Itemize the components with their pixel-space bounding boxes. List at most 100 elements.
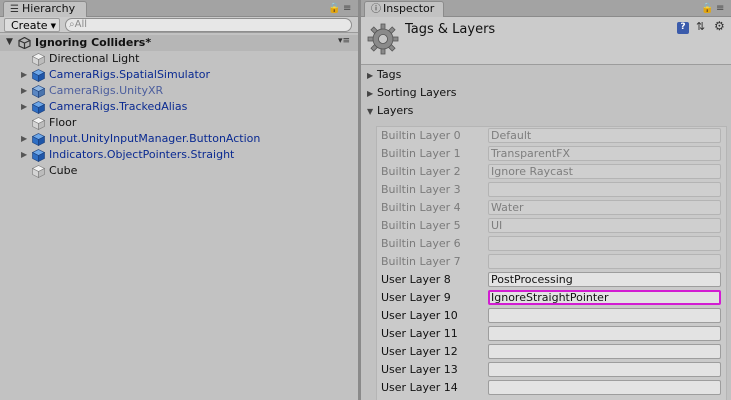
layer-name-label: Builtin Layer 5	[381, 219, 461, 232]
layer-name-label: Builtin Layer 0	[381, 129, 461, 142]
hierarchy-item-label: Input.UnityInputManager.ButtonAction	[49, 132, 261, 145]
prefab-cube-icon	[32, 69, 45, 82]
layer-name-label: Builtin Layer 4	[381, 201, 461, 214]
panel-menu-icon[interactable]: ≡	[343, 3, 352, 14]
layer-row: User Layer 12	[377, 343, 726, 361]
layer-row: Builtin Layer 2 Ignore Raycast	[377, 163, 726, 181]
hierarchy-item-label: Indicators.ObjectPointers.Straight	[49, 148, 235, 161]
panel-menu-icon[interactable]: ≡	[716, 3, 725, 14]
layer-row: User Layer 11	[377, 325, 726, 343]
layer-row: Builtin Layer 4 Water	[377, 199, 726, 217]
fold-collapsed-icon: ▶	[367, 71, 374, 80]
layer-name-field[interactable]	[488, 308, 721, 323]
section-sorting-layers[interactable]: ▶ Sorting Layers	[367, 86, 456, 101]
layer-name-label: User Layer 11	[381, 327, 458, 340]
layer-row: Builtin Layer 0 Default	[377, 127, 726, 145]
gameobject-cube-icon	[32, 165, 45, 178]
layer-name-field	[488, 182, 721, 197]
layer-name-label: User Layer 10	[381, 309, 458, 322]
help-icon[interactable]: ?	[677, 22, 689, 34]
layer-row: User Layer 13	[377, 361, 726, 379]
layer-row: User Layer 14	[377, 379, 726, 397]
hierarchy-item[interactable]: ▶ Input.UnityInputManager.ButtonAction	[0, 131, 358, 147]
layer-name-field[interactable]	[488, 380, 721, 395]
fold-collapsed-icon: ▶	[367, 89, 374, 98]
tab-inspector-label: Inspector	[383, 2, 435, 15]
section-tags-label: Tags	[377, 68, 402, 81]
fold-collapsed-icon[interactable]: ▶	[21, 150, 27, 159]
layer-name-label: Builtin Layer 7	[381, 255, 461, 268]
hierarchy-item[interactable]: ▶ CameraRigs.UnityXR	[0, 83, 358, 99]
unity-scene-icon	[18, 37, 31, 49]
scene-menu-icon[interactable]: ▾≡	[338, 36, 350, 46]
lock-icon[interactable]: 🔒	[701, 3, 714, 14]
layer-name-field	[488, 236, 721, 251]
layer-name-field: Water	[488, 200, 721, 215]
gameobject-cube-icon	[32, 117, 45, 130]
hierarchy-panel: ☰ Hierarchy 🔒 ≡ Create ▼ ⌕All ▼ Ignoring C…	[0, 0, 360, 400]
hierarchy-item[interactable]: ▶ CameraRigs.TrackedAlias	[0, 99, 358, 115]
scene-header[interactable]: ▼ Ignoring Colliders* ▾≡	[0, 35, 358, 51]
layer-name-field[interactable]	[488, 344, 721, 359]
create-button-label: Create	[11, 19, 48, 32]
layer-name-field[interactable]	[488, 326, 721, 341]
fold-collapsed-icon[interactable]: ▶	[21, 70, 27, 79]
layer-name-field[interactable]: PostProcessing	[488, 272, 721, 287]
hierarchy-item-label: CameraRigs.UnityXR	[49, 84, 164, 97]
layer-name-label: User Layer 13	[381, 363, 458, 376]
layer-row: Builtin Layer 5 UI	[377, 217, 726, 235]
create-button[interactable]: Create ▼	[4, 18, 60, 32]
layer-name-label: User Layer 8	[381, 273, 451, 286]
hierarchy-item[interactable]: ▶ Indicators.ObjectPointers.Straight	[0, 147, 358, 163]
hierarchy-item[interactable]: Cube	[0, 163, 358, 179]
layer-name-label: User Layer 9	[381, 291, 451, 304]
lock-icon[interactable]: 🔒	[328, 3, 341, 14]
hierarchy-item-label: Cube	[49, 164, 78, 177]
fold-collapsed-icon[interactable]: ▶	[21, 134, 27, 143]
layer-name-label: Builtin Layer 2	[381, 165, 461, 178]
section-tags[interactable]: ▶ Tags	[367, 68, 401, 83]
layer-name-field: UI	[488, 218, 721, 233]
fold-collapsed-icon[interactable]: ▶	[21, 102, 27, 111]
layer-name-label: Builtin Layer 3	[381, 183, 461, 196]
layer-name-field[interactable]	[488, 362, 721, 377]
layer-name-field-highlighted[interactable]: IgnoreStraightPointer	[488, 290, 721, 305]
tab-inspector[interactable]: ⓘ Inspector	[364, 1, 444, 17]
layer-name-label: User Layer 14	[381, 381, 458, 394]
hierarchy-item-label: CameraRigs.TrackedAlias	[49, 100, 188, 113]
layer-row: Builtin Layer 6	[377, 235, 726, 253]
fold-collapsed-icon[interactable]: ▶	[21, 86, 27, 95]
chevron-down-icon: ▼	[50, 21, 56, 30]
gameobject-cube-icon	[32, 53, 45, 66]
prefab-cube-icon	[32, 133, 45, 146]
tab-hierarchy-label: Hierarchy	[22, 2, 76, 15]
search-input[interactable]: ⌕All	[65, 18, 352, 32]
settings-gear-icon[interactable]: ⚙	[714, 19, 725, 33]
layer-row: Builtin Layer 1 TransparentFX	[377, 145, 726, 163]
hierarchy-item-label: Floor	[49, 116, 77, 129]
hierarchy-item[interactable]: Directional Light	[0, 51, 358, 67]
hierarchy-item-label: Directional Light	[49, 52, 140, 65]
scene-title: Ignoring Colliders*	[35, 36, 152, 49]
hierarchy-item[interactable]: Floor	[0, 115, 358, 131]
prefab-cube-icon	[32, 149, 45, 162]
presets-icon[interactable]: ⇅	[696, 20, 705, 33]
hierarchy-item-label: CameraRigs.SpatialSimulator	[49, 68, 211, 81]
search-placeholder: All	[74, 19, 88, 30]
layer-name-label: Builtin Layer 1	[381, 147, 461, 160]
section-layers[interactable]: ▼ Layers	[367, 104, 413, 119]
fold-expanded-icon: ▼	[367, 107, 374, 116]
tab-hierarchy[interactable]: ☰ Hierarchy	[3, 1, 87, 17]
layer-name-label: Builtin Layer 6	[381, 237, 461, 250]
hierarchy-toolbar: Create ▼ ⌕All	[0, 17, 358, 33]
inspector-title: Tags & Layers	[405, 22, 496, 37]
fold-expanded-icon[interactable]: ▼	[6, 37, 13, 47]
prefab-cube-icon	[32, 101, 45, 114]
layer-name-field: Ignore Raycast	[488, 164, 721, 179]
section-sorting-layers-label: Sorting Layers	[377, 86, 457, 99]
info-icon: ⓘ	[371, 4, 381, 15]
hierarchy-item[interactable]: ▶ CameraRigs.SpatialSimulator	[0, 67, 358, 83]
layer-name-field: Default	[488, 128, 721, 143]
gear-icon	[367, 23, 399, 55]
section-layers-label: Layers	[377, 104, 414, 117]
